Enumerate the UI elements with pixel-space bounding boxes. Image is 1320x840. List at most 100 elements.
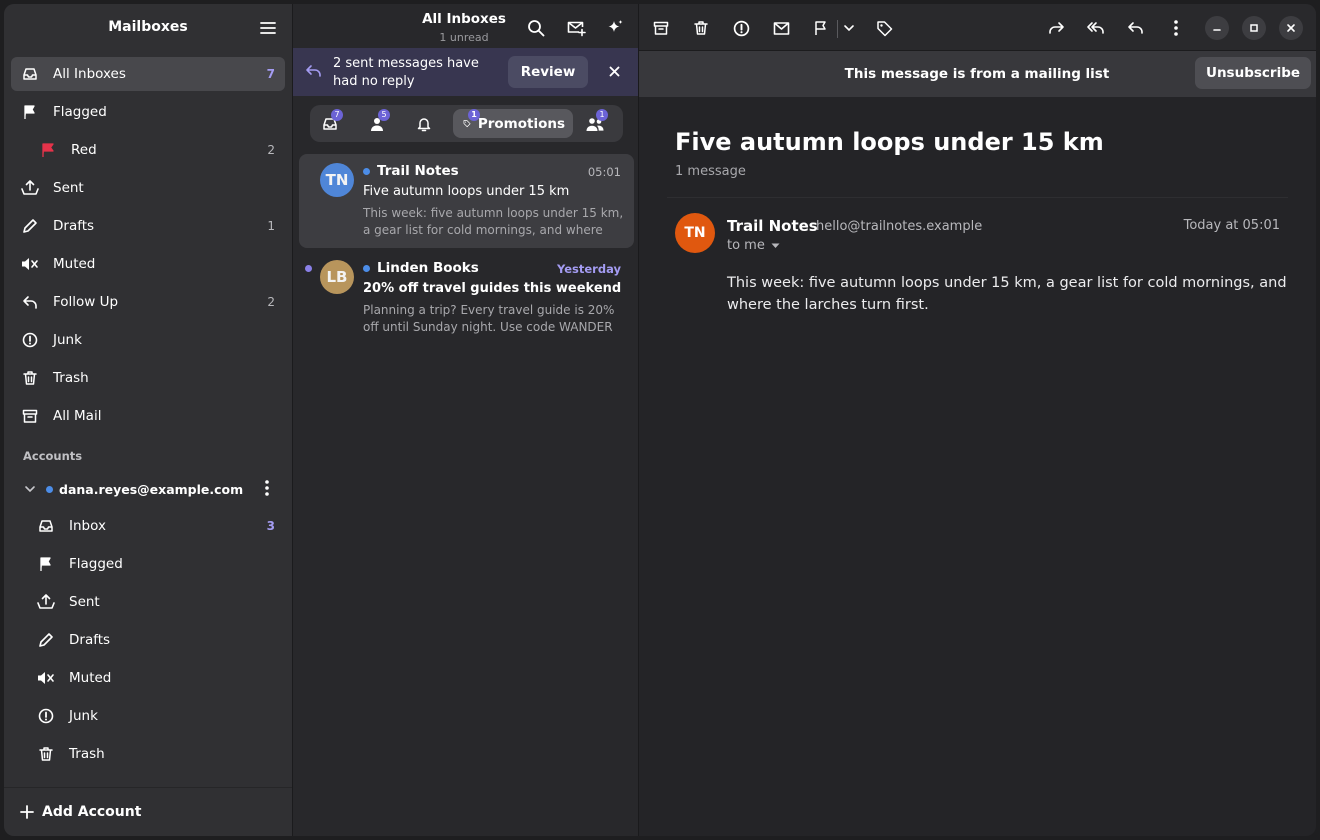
- archive-button[interactable]: [649, 16, 673, 40]
- unread-indicator: [305, 265, 312, 272]
- thread-message-count: 1 message: [675, 164, 746, 179]
- sidebar-item-red[interactable]: Red 2: [11, 133, 285, 167]
- account-item-inbox[interactable]: Inbox 3: [11, 509, 285, 543]
- app-window: Mailboxes All Inboxes 7 Flagged Red 2 Se…: [4, 4, 1316, 836]
- pencil-icon: [21, 217, 39, 235]
- window-close-button[interactable]: [1279, 16, 1303, 40]
- sidebar-item-sent[interactable]: Sent: [11, 171, 285, 205]
- caret-down-icon: [771, 243, 780, 248]
- inbox-icon: [37, 517, 55, 535]
- flag-options-button[interactable]: [837, 16, 861, 40]
- mailbox-list: All Inboxes 7 Flagged Red 2 Sent Drafts …: [4, 50, 292, 437]
- sparkle-button[interactable]: [603, 16, 627, 40]
- sidebar-item-trash[interactable]: Trash: [11, 361, 285, 395]
- account-item-label: Drafts: [69, 632, 111, 648]
- account-menu-button[interactable]: [264, 479, 270, 497]
- sidebar-item-follow-up[interactable]: Follow Up 2: [11, 285, 285, 319]
- message-preview: Planning a trip? Every travel guide is 2…: [363, 303, 615, 334]
- account-email: dana.reyes@example.com: [59, 481, 244, 497]
- sidebar-item-drafts[interactable]: Drafts 1: [11, 209, 285, 243]
- hamburger-menu-button[interactable]: [256, 16, 280, 40]
- divider: [667, 197, 1288, 198]
- unread-dot: [363, 167, 370, 175]
- muted-icon: [37, 669, 55, 687]
- tag-button[interactable]: [872, 16, 896, 40]
- filter-notifications[interactable]: [409, 109, 439, 138]
- recipients-toggle[interactable]: to me: [727, 238, 780, 253]
- reading-pane: This message is from a mailing list Unsu…: [639, 4, 1316, 836]
- filter-badge: 1: [596, 109, 608, 121]
- review-button[interactable]: Review: [508, 56, 588, 88]
- account-item-trash[interactable]: Trash: [11, 737, 285, 771]
- unread-count: 7: [266, 67, 275, 81]
- reply-all-button[interactable]: [1084, 16, 1108, 40]
- filter-promotions[interactable]: Promotions 1: [453, 109, 573, 138]
- flag-icon: [37, 555, 55, 573]
- account-item-flagged[interactable]: Flagged: [11, 547, 285, 581]
- avatar: LB: [320, 260, 354, 294]
- add-account-button[interactable]: Add Account: [4, 787, 292, 836]
- sender-email[interactable]: hello@trailnotes.example: [816, 219, 982, 234]
- search-icon: [528, 20, 545, 37]
- account-item-sent[interactable]: Sent: [11, 585, 285, 619]
- reply-icon: [1128, 22, 1143, 34]
- filter-badge: 1: [468, 109, 480, 121]
- delete-button[interactable]: [689, 16, 713, 40]
- message-list-header: All Inboxes 1 unread: [293, 4, 638, 48]
- sidebar-item-label: All Mail: [53, 408, 102, 424]
- pencil-icon: [37, 631, 55, 649]
- flag-icon: [815, 21, 826, 35]
- close-icon: [609, 66, 620, 77]
- alert-icon: [733, 20, 749, 36]
- item-count: 1: [267, 219, 275, 233]
- archive-icon: [21, 407, 39, 425]
- add-account-label: Add Account: [42, 804, 142, 820]
- more-options-button[interactable]: [1164, 16, 1188, 40]
- sender-avatar: TN: [675, 213, 715, 253]
- filter-personal[interactable]: 5: [362, 109, 392, 138]
- sidebar-item-muted[interactable]: Muted: [11, 247, 285, 281]
- account-item-label: Sent: [69, 594, 100, 610]
- message-sender: Trail Notes: [363, 163, 459, 179]
- account-item-label: Muted: [69, 670, 112, 686]
- compose-button[interactable]: [564, 16, 588, 40]
- unsubscribe-button[interactable]: Unsubscribe: [1195, 57, 1311, 89]
- maximize-button[interactable]: [1242, 16, 1266, 40]
- message-list-item[interactable]: LB Linden Books Yesterday 20% off travel…: [299, 251, 634, 345]
- sidebar-item-all-inboxes[interactable]: All Inboxes 7: [11, 57, 285, 91]
- item-count: 2: [267, 295, 275, 309]
- mark-unread-button[interactable]: [769, 16, 793, 40]
- reply-button[interactable]: [1124, 16, 1148, 40]
- minimize-icon: [1213, 29, 1221, 31]
- message-body: This week: five autumn loops under 15 km…: [727, 275, 1287, 313]
- unread-count: 3: [266, 519, 275, 533]
- message-list-item[interactable]: TN Trail Notes 05:01 Five autumn loops u…: [299, 154, 634, 248]
- junk-button[interactable]: [729, 16, 753, 40]
- filter-badge: 7: [331, 109, 343, 121]
- minimize-button[interactable]: [1205, 16, 1229, 40]
- sidebar-header: Mailboxes: [4, 4, 292, 50]
- filter-all[interactable]: 7: [315, 109, 345, 138]
- sidebar-item-flagged[interactable]: Flagged: [11, 95, 285, 129]
- envelope-icon: [773, 21, 789, 35]
- chevron-down-icon[interactable]: [24, 483, 36, 495]
- account-item-drafts[interactable]: Drafts: [11, 623, 285, 657]
- account-item-label: Flagged: [69, 556, 123, 572]
- sidebar-item-junk[interactable]: Junk: [11, 323, 285, 357]
- banner-close-button[interactable]: [609, 66, 620, 77]
- reply-icon: [305, 63, 323, 79]
- forward-button[interactable]: [1044, 16, 1068, 40]
- sender-name[interactable]: Trail Notes: [727, 217, 818, 235]
- account-row[interactable]: dana.reyes@example.com: [4, 473, 292, 505]
- search-button[interactable]: [524, 16, 548, 40]
- account-item-junk[interactable]: Junk: [11, 699, 285, 733]
- message-sender: Linden Books: [363, 260, 479, 276]
- account-item-muted[interactable]: Muted: [11, 661, 285, 695]
- red-flag-icon: [39, 141, 57, 159]
- sender-name: Linden Books: [377, 260, 479, 276]
- sidebar-item-label: Red: [71, 142, 97, 158]
- flag-button[interactable]: [809, 16, 833, 40]
- filter-social[interactable]: 1: [580, 109, 610, 138]
- sidebar-item-all-mail[interactable]: All Mail: [11, 399, 285, 433]
- message-toolbar: [639, 4, 1316, 51]
